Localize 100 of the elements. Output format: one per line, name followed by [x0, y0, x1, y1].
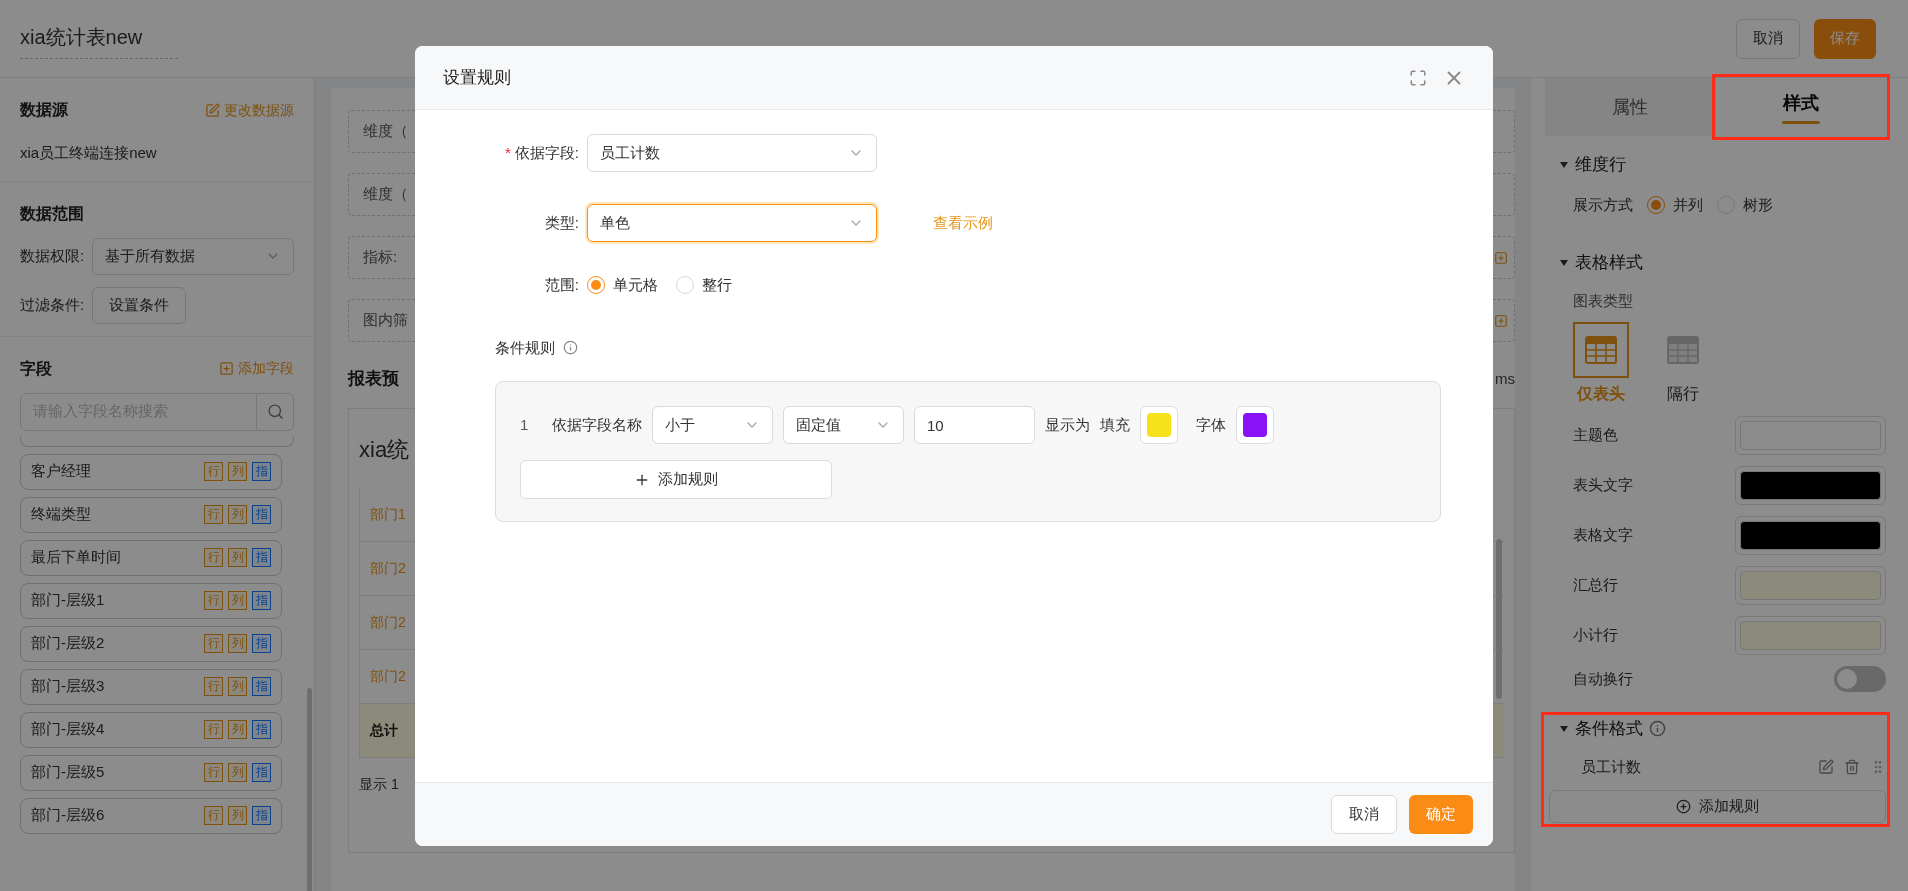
field-item[interactable]: 部门-层级2 行 列 指 [20, 625, 282, 662]
field-label: 汇总行 [1573, 575, 1618, 596]
field-tag[interactable]: 指 [252, 462, 271, 481]
search-button[interactable] [257, 392, 294, 431]
field-tag[interactable]: 列 [228, 720, 247, 739]
color-picker[interactable] [1236, 406, 1274, 444]
value-input[interactable]: 10 [914, 406, 1035, 444]
dialog-title: 设置规则 [443, 66, 511, 89]
field-tag[interactable]: 指 [252, 677, 271, 696]
field-tag[interactable]: 行 [204, 462, 223, 481]
section-title: 数据范围 [20, 203, 85, 224]
field-item[interactable]: 终端类型 行 列 指 [20, 496, 282, 533]
add-field-link[interactable]: 添加字段 [219, 358, 294, 379]
field-tag[interactable]: 指 [252, 806, 271, 825]
rule-name: 员工计数 [1581, 756, 1641, 777]
field-tag[interactable]: 行 [204, 720, 223, 739]
field-tag[interactable]: 行 [204, 505, 223, 524]
info-icon[interactable] [1649, 720, 1666, 738]
select-field[interactable]: 小于 [652, 406, 773, 444]
radio-option[interactable]: 树形 [1717, 193, 1773, 216]
field-item[interactable]: 部门-层级6 行 列 指 [20, 797, 282, 834]
form-label: 范围: [543, 275, 579, 295]
field-tag[interactable]: 列 [228, 591, 247, 610]
caret-icon[interactable] [1559, 723, 1569, 734]
field-item[interactable]: 客户经理 行 列 指 [20, 453, 282, 490]
delete-icon[interactable] [1844, 758, 1860, 775]
plus-square-icon[interactable] [1494, 250, 1508, 265]
select-field[interactable]: 单色 [587, 204, 877, 242]
preview-meta: ms [1495, 368, 1515, 389]
field-item[interactable]: 部门-层级4 行 列 指 [20, 711, 282, 748]
permission-select[interactable]: 基于所有数据 [92, 237, 294, 275]
edit-icon[interactable] [1818, 758, 1834, 775]
display-label: 显示为 [1045, 414, 1090, 435]
field-tag[interactable]: 行 [204, 677, 223, 696]
radio-icon[interactable] [1647, 195, 1665, 214]
color-picker[interactable] [1140, 406, 1178, 444]
field-tag[interactable]: 指 [252, 548, 271, 567]
section-title: 数据源 [20, 100, 68, 120]
field-tag[interactable]: 指 [252, 634, 271, 653]
field-tag[interactable]: 列 [228, 462, 247, 481]
radio-label: 单元格 [613, 275, 658, 295]
radio-option[interactable]: 并列 [1647, 193, 1703, 216]
view-example-link[interactable]: 查看示例 [933, 211, 993, 235]
field-tag[interactable]: 行 [204, 548, 223, 567]
radio-icon[interactable] [587, 276, 605, 295]
field-tag[interactable]: 列 [228, 634, 247, 653]
radio-label: 并列 [1673, 194, 1703, 215]
rule-field: 依据字段名称 [552, 413, 642, 437]
radio-option[interactable]: 整行 [676, 274, 732, 297]
panel-tab[interactable]: 属性 [1545, 78, 1716, 136]
confirm-button[interactable]: 确定 [1409, 795, 1473, 834]
field-label: 主题色 [1573, 425, 1618, 446]
table-icon [1585, 336, 1617, 364]
cancel-button[interactable]: 取消 [1736, 18, 1800, 59]
add-rule-button[interactable]: 添加规则 [520, 460, 832, 499]
radio-icon[interactable] [676, 276, 694, 295]
set-condition-button[interactable]: 设置条件 [92, 286, 187, 324]
select-field[interactable]: 员工计数 [587, 134, 877, 172]
field-tag[interactable]: 列 [228, 763, 247, 782]
preview-title: 报表预 [348, 368, 399, 390]
toggle-switch[interactable] [1834, 666, 1886, 692]
field-tag[interactable]: 指 [252, 505, 271, 524]
field-item[interactable]: 部门-层级1 行 列 指 [20, 582, 282, 619]
field-tag[interactable]: 行 [204, 591, 223, 610]
field-tag[interactable]: 指 [252, 763, 271, 782]
select-field[interactable]: 固定值 [783, 406, 904, 444]
field-item[interactable]: 最后下单时间 行 列 指 [20, 539, 282, 576]
add-rule-button[interactable]: 添加规则 [1549, 790, 1886, 823]
expand-icon[interactable] [1409, 68, 1427, 87]
scrollbar[interactable] [307, 688, 312, 891]
field-tag[interactable]: 指 [252, 591, 271, 610]
section-label: 条件规则 [495, 337, 555, 358]
field-label: 自动换行 [1573, 668, 1633, 689]
field-item[interactable]: 部门-层级5 行 列 指 [20, 754, 282, 791]
fill-label: 填充 [1100, 414, 1130, 435]
field-tag[interactable]: 列 [228, 806, 247, 825]
form-label: * 依据字段: [504, 142, 579, 163]
caret-icon[interactable] [1559, 159, 1569, 170]
field-tag[interactable]: 指 [252, 720, 271, 739]
field-label: 表格文字 [1573, 525, 1633, 546]
change-source-link[interactable]: 更改数据源 [205, 99, 294, 121]
caret-icon[interactable] [1559, 257, 1569, 268]
field-tag[interactable]: 行 [204, 806, 223, 825]
table-icon [1667, 336, 1699, 364]
field-tag[interactable]: 列 [228, 548, 247, 567]
field-tag[interactable]: 行 [204, 763, 223, 782]
radio-option[interactable]: 单元格 [587, 274, 658, 297]
cancel-button[interactable]: 取消 [1331, 795, 1397, 834]
plus-square-icon[interactable] [1494, 313, 1508, 328]
scrollbar[interactable] [1496, 538, 1502, 699]
primary-button[interactable]: 保存 [1814, 18, 1876, 59]
chart-type-option[interactable]: 隔行 [1655, 322, 1711, 406]
field-tag[interactable]: 列 [228, 505, 247, 524]
report-title: xia统 [359, 435, 411, 464]
field-tag[interactable]: 行 [204, 634, 223, 653]
field-tag[interactable]: 列 [228, 677, 247, 696]
field-item[interactable]: 部门-层级3 行 列 指 [20, 668, 282, 705]
info-icon[interactable] [563, 340, 578, 356]
report-name[interactable]: xia统计表new [20, 22, 179, 59]
rule-index: 1 [520, 414, 530, 435]
